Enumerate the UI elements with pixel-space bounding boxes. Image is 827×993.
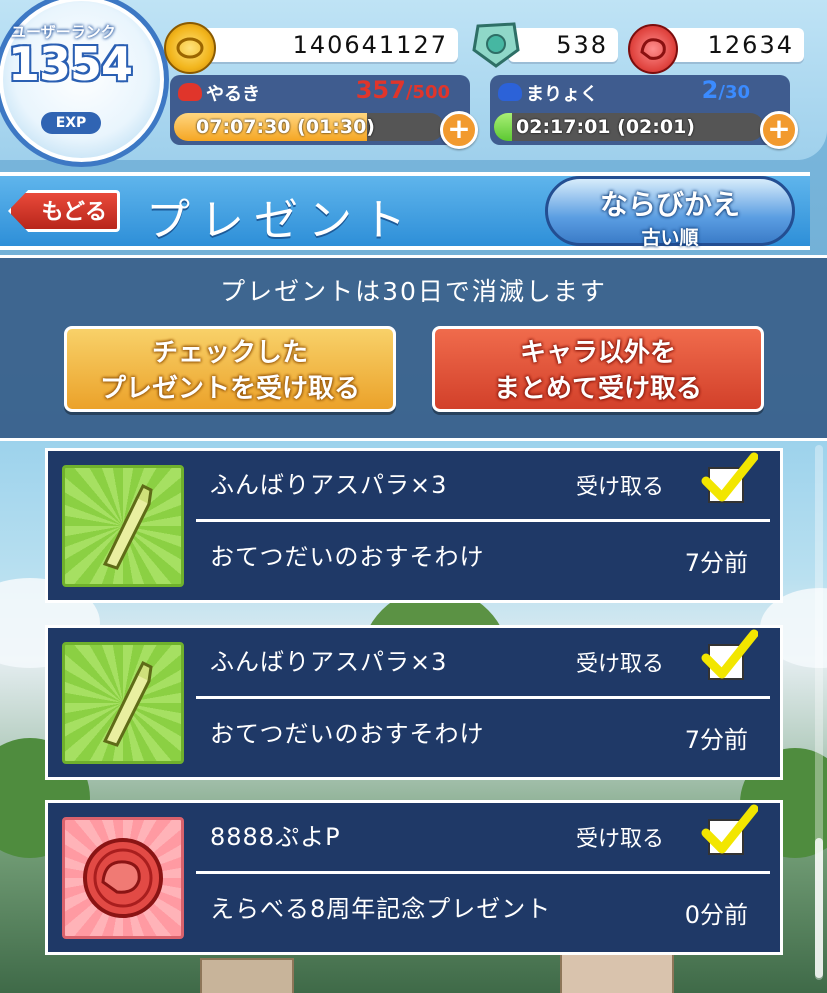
- gold-coin-icon: [164, 22, 216, 74]
- present-sender: えらべる8周年記念プレゼント: [210, 895, 552, 923]
- gem-counter: 538: [508, 28, 618, 62]
- coin-counter: 140641127: [190, 28, 458, 62]
- receive-checked-line1: チェックした: [151, 338, 308, 368]
- checkmark-icon: [701, 452, 758, 502]
- present-notice-panel: プレゼントは30日で消滅します チェックした プレゼントを受け取る キャラ以外を…: [0, 255, 827, 441]
- puyo-point-value: 12634: [707, 31, 794, 59]
- puyo-point-coin-icon: [628, 24, 678, 74]
- scrollbar[interactable]: [815, 445, 823, 980]
- yaruki-plus-button[interactable]: +: [440, 111, 478, 149]
- receive-label: 受け取る: [576, 652, 665, 677]
- yaruki-count: 357/500: [356, 76, 450, 104]
- receive-all-line1: キャラ以外を: [519, 338, 676, 368]
- maryoku-timer: 02:17:01 (02:01): [516, 116, 695, 138]
- present-time-ago: 7分前: [684, 726, 748, 754]
- sort-value: 古い順: [641, 227, 699, 249]
- yaruki-timer-bar: 07:07:30 (01:30): [174, 113, 444, 141]
- maryoku-plus-button[interactable]: +: [760, 111, 798, 149]
- exp-label: EXP: [41, 112, 101, 134]
- expiry-notice: プレゼントは30日で消滅します: [220, 277, 607, 306]
- puyo-point-counter: 12634: [660, 28, 804, 62]
- asparagus-icon: [62, 642, 184, 764]
- checkmark-icon: [701, 629, 758, 679]
- receive-checked-line2: プレゼントを受け取る: [99, 374, 360, 404]
- gem-icon: [470, 20, 522, 70]
- checkmark-icon: [701, 804, 758, 854]
- receive-all-button[interactable]: キャラ以外を まとめて受け取る: [432, 326, 764, 412]
- divider: [196, 871, 770, 874]
- present-title: ふんばりアスパラ×3: [210, 471, 448, 499]
- rank-value: 1354: [7, 37, 133, 91]
- gem-value: 538: [556, 31, 608, 59]
- maryoku-current: 2: [701, 76, 719, 104]
- coin-value: 140641127: [292, 31, 448, 59]
- maryoku-max: /30: [718, 82, 750, 103]
- maryoku-meter: まりょく 2/30 02:17:01 (02:01): [490, 75, 790, 145]
- maryoku-timer-bar: 02:17:01 (02:01): [494, 113, 764, 141]
- maryoku-puyo-icon: [498, 83, 522, 101]
- puyo-point-coin-icon: [62, 817, 184, 939]
- receive-checked-button[interactable]: チェックした プレゼントを受け取る: [64, 326, 396, 412]
- maryoku-fill: [494, 113, 513, 141]
- present-title: 8888ぷよP: [210, 823, 341, 851]
- yaruki-max: /500: [405, 82, 450, 103]
- status-bar: ユーザーランク 1354 EXP 140641127 538 12634 やるき…: [0, 0, 827, 167]
- present-title: ふんばりアスパラ×3: [210, 648, 448, 676]
- yaruki-meter: やるき 357/500 07:07:30 (01:30): [170, 75, 470, 145]
- present-time-ago: 7分前: [684, 549, 748, 577]
- divider: [196, 696, 770, 699]
- present-item: ふんばりアスパラ×3 受け取る おてつだいのおすそわけ 7分前: [45, 625, 783, 780]
- present-sender: おてつだいのおすそわけ: [210, 720, 485, 748]
- yaruki-timer: 07:07:30 (01:30): [196, 116, 375, 138]
- receive-label: 受け取る: [576, 827, 665, 852]
- yaruki-puyo-icon: [178, 83, 202, 101]
- back-button[interactable]: もどる: [8, 190, 120, 232]
- page-header: もどる プレゼント ならびかえ 古い順: [0, 172, 810, 250]
- present-sender: おてつだいのおすそわけ: [210, 543, 485, 571]
- yaruki-current: 357: [355, 76, 406, 104]
- page-title: プレゼント: [146, 195, 416, 246]
- receive-all-line2: まとめて受け取る: [493, 374, 702, 404]
- receive-label: 受け取る: [576, 475, 665, 500]
- present-item: ふんばりアスパラ×3 受け取る おてつだいのおすそわけ 7分前: [45, 448, 783, 603]
- scrollbar-thumb[interactable]: [815, 838, 823, 978]
- sort-label: ならびかえ: [599, 188, 740, 221]
- user-rank-badge[interactable]: ユーザーランク 1354 EXP: [0, 0, 169, 167]
- yaruki-label: やるき: [206, 84, 260, 105]
- sort-button[interactable]: ならびかえ 古い順: [545, 176, 795, 249]
- maryoku-label: まりょく: [526, 84, 598, 105]
- asparagus-icon: [62, 465, 184, 587]
- present-item: 8888ぷよP 受け取る えらべる8周年記念プレゼント 0分前: [45, 800, 783, 955]
- present-time-ago: 0分前: [684, 901, 748, 929]
- house: [200, 958, 294, 993]
- maryoku-count: 2/30: [702, 76, 750, 104]
- divider: [196, 519, 770, 522]
